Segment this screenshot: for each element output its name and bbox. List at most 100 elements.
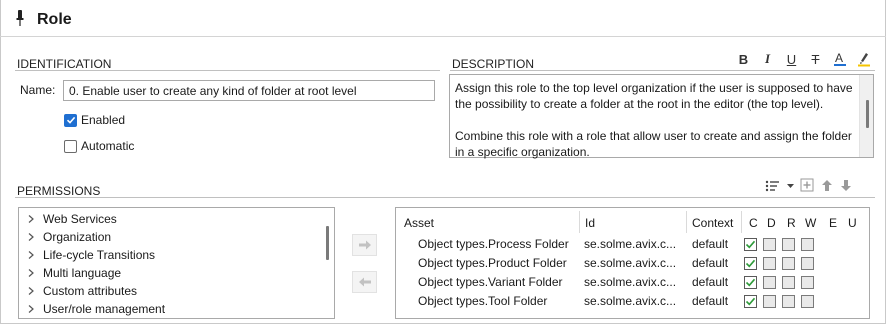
column-header-u[interactable]: U — [848, 216, 857, 230]
arrow-left-icon — [358, 277, 371, 287]
delete-permission-checkbox[interactable] — [763, 295, 776, 308]
write-permission-checkbox[interactable] — [801, 238, 814, 251]
scrollbar-thumb[interactable] — [866, 100, 869, 128]
write-permission-checkbox[interactable] — [801, 295, 814, 308]
permissions-table[interactable]: Asset Id Context C D R W E U Object type… — [395, 207, 870, 319]
read-permission-checkbox[interactable] — [782, 295, 795, 308]
table-cell-id: se.solme.avix.c... — [584, 237, 677, 251]
remove-permission-button[interactable] — [352, 271, 377, 293]
table-cell-asset: Object types.Variant Folder — [418, 275, 563, 289]
tree-item-user-role-management[interactable]: User/role management — [27, 300, 165, 318]
dropdown-arrow-icon[interactable] — [786, 179, 795, 193]
chevron-right-icon[interactable] — [27, 214, 35, 224]
svg-text:A: A — [835, 51, 843, 65]
add-permission-button[interactable] — [352, 234, 377, 256]
write-permission-checkbox[interactable] — [801, 257, 814, 270]
create-permission-checkbox[interactable] — [744, 295, 757, 308]
delete-permission-checkbox[interactable] — [763, 276, 776, 289]
description-divider — [450, 70, 875, 71]
arrow-right-icon — [358, 240, 371, 250]
tree-item-organization[interactable]: Organization — [27, 228, 111, 246]
tree-item-web-services[interactable]: Web Services — [27, 210, 117, 228]
sort-icon[interactable] — [765, 179, 781, 193]
table-cell-context: default — [692, 275, 729, 289]
page-title: Role — [37, 11, 72, 28]
table-cell-context: default — [692, 237, 729, 251]
delete-permission-checkbox[interactable] — [763, 257, 776, 270]
identification-divider — [15, 70, 440, 71]
bold-icon[interactable]: B — [734, 50, 753, 68]
automatic-checkbox-row[interactable]: Automatic — [64, 139, 134, 153]
chevron-right-icon[interactable] — [27, 250, 35, 260]
table-cell-asset: Object types.Tool Folder — [418, 294, 548, 308]
permissions-divider — [15, 197, 875, 198]
italic-icon[interactable]: I — [758, 50, 777, 68]
chevron-right-icon[interactable] — [27, 286, 35, 296]
name-input[interactable] — [63, 80, 435, 101]
enabled-label: Enabled — [81, 113, 126, 127]
highlight-icon[interactable] — [854, 50, 873, 68]
tree-item-label: Multi language — [43, 266, 122, 280]
read-permission-checkbox[interactable] — [782, 257, 795, 270]
tree-item-label: Web Services — [43, 212, 117, 226]
description-paragraph: Assign this role to the top level organi… — [455, 81, 853, 111]
table-cell-id: se.solme.avix.c... — [584, 294, 677, 308]
name-label: Name: — [20, 83, 56, 97]
enabled-checkbox[interactable] — [64, 113, 77, 127]
column-separator[interactable] — [579, 211, 580, 233]
column-separator[interactable] — [686, 211, 687, 233]
permissions-section-label: PERMISSIONS — [17, 184, 101, 198]
font-color-icon[interactable]: A — [830, 50, 849, 68]
table-cell-context: default — [692, 256, 729, 270]
chevron-right-icon[interactable] — [27, 232, 35, 242]
add-icon[interactable] — [800, 178, 815, 193]
write-permission-checkbox[interactable] — [801, 276, 814, 289]
automatic-label: Automatic — [81, 139, 135, 153]
move-down-icon[interactable] — [839, 178, 853, 193]
read-permission-checkbox[interactable] — [782, 276, 795, 289]
column-header-id[interactable]: Id — [585, 216, 595, 230]
create-permission-checkbox[interactable] — [744, 238, 757, 251]
identification-section-label: IDENTIFICATION — [17, 57, 112, 71]
underline-icon[interactable]: U — [782, 50, 801, 68]
permission-tree[interactable]: Web Services Organization Life-cycle Tra… — [18, 207, 335, 319]
chevron-right-icon[interactable] — [27, 268, 35, 278]
strikethrough-icon[interactable]: T — [806, 50, 825, 68]
column-separator[interactable] — [741, 211, 742, 233]
create-permission-checkbox[interactable] — [744, 257, 757, 270]
description-scrollbar[interactable] — [859, 75, 873, 157]
chevron-right-icon[interactable] — [27, 304, 35, 314]
tree-item-label: User/role management — [43, 302, 166, 316]
tree-item-label: Custom attributes — [43, 284, 138, 298]
tree-item-multi-language[interactable]: Multi language — [27, 264, 121, 282]
create-permission-checkbox[interactable] — [744, 276, 757, 289]
automatic-checkbox[interactable] — [64, 139, 77, 153]
tree-item-label: Life-cycle Transitions — [43, 248, 156, 262]
description-editor[interactable]: Assign this role to the top level organi… — [449, 74, 874, 159]
column-header-context[interactable]: Context — [692, 216, 733, 230]
table-cell-id: se.solme.avix.c... — [584, 275, 677, 289]
tree-item-custom-attributes[interactable]: Custom attributes — [27, 282, 137, 300]
tree-scrollbar[interactable] — [320, 208, 334, 318]
move-up-icon[interactable] — [820, 178, 834, 193]
tree-item-label: Organization — [43, 230, 112, 244]
read-permission-checkbox[interactable] — [782, 238, 795, 251]
table-cell-asset: Object types.Product Folder — [418, 256, 567, 270]
tree-item-life-cycle-transitions[interactable]: Life-cycle Transitions — [27, 246, 155, 264]
delete-permission-checkbox[interactable] — [763, 238, 776, 251]
checkmark-icon — [66, 116, 75, 124]
editor-header: Role — [0, 0, 886, 37]
column-header-create[interactable]: C — [749, 216, 758, 230]
table-cell-id: se.solme.avix.c... — [584, 256, 677, 270]
column-header-asset[interactable]: Asset — [404, 216, 434, 230]
column-header-delete[interactable]: D — [767, 216, 776, 230]
permissions-toolbar — [765, 178, 853, 193]
scrollbar-thumb[interactable] — [326, 226, 329, 260]
column-header-write[interactable]: W — [805, 216, 816, 230]
table-cell-asset: Object types.Process Folder — [418, 237, 569, 251]
column-header-read[interactable]: R — [787, 216, 796, 230]
pin-icon — [16, 10, 24, 26]
text-format-toolbar: B I U T A — [734, 50, 873, 68]
column-header-execute[interactable]: E — [829, 216, 837, 230]
enabled-checkbox-row[interactable]: Enabled — [64, 113, 125, 127]
